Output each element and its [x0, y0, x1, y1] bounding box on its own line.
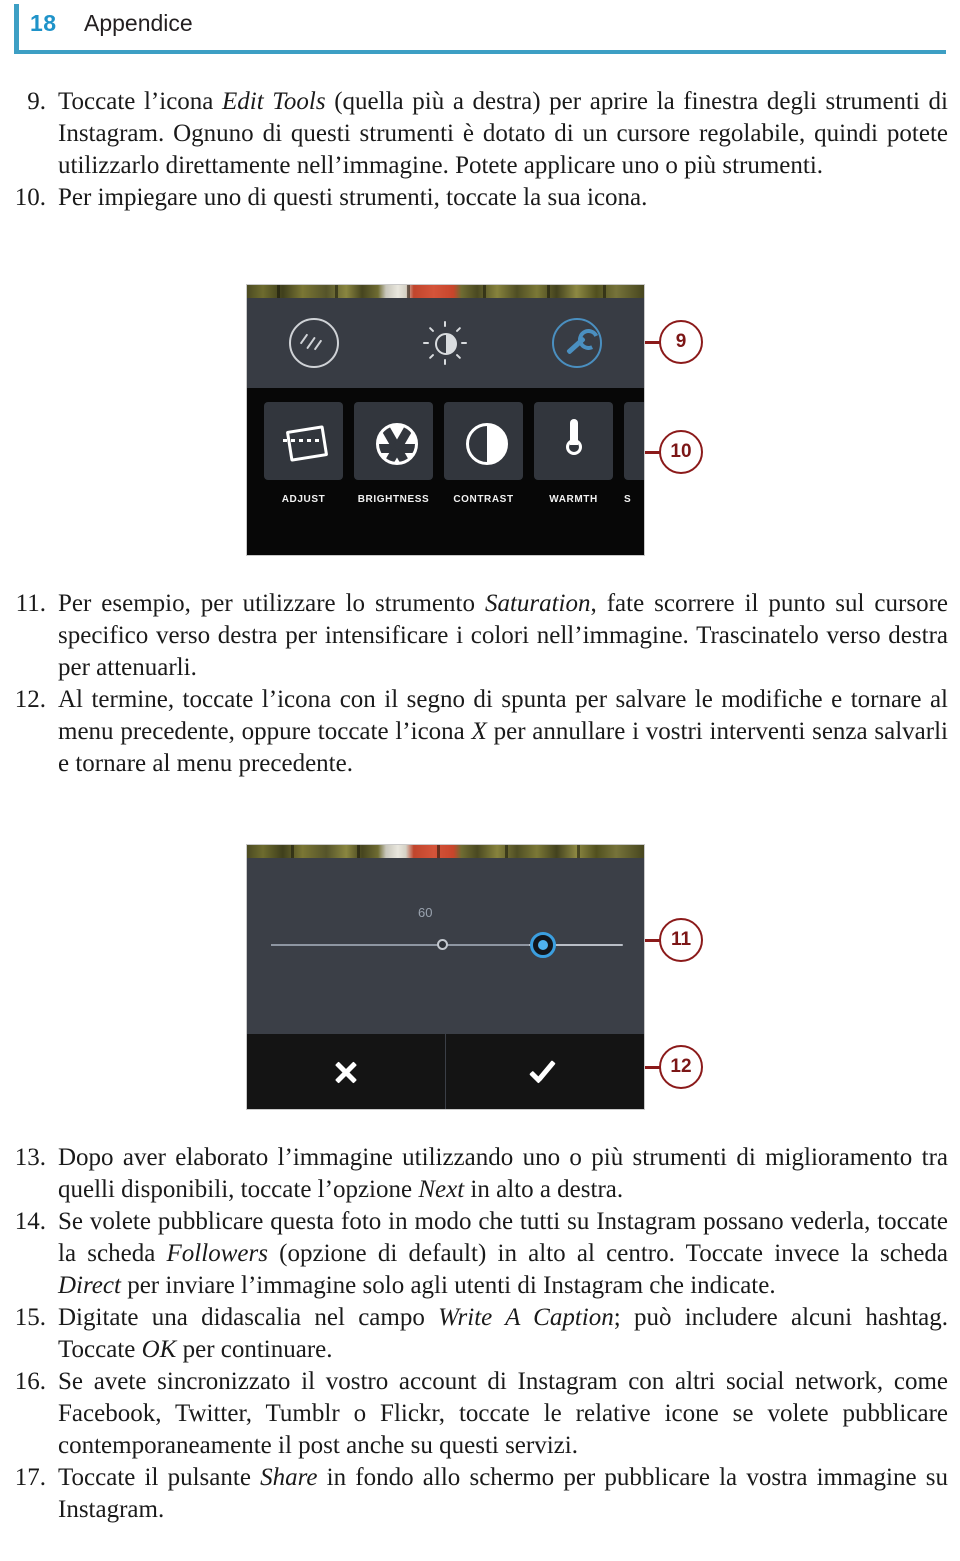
thermometer-icon	[566, 419, 582, 464]
page-number: 18	[30, 10, 57, 36]
list-item: 12. Al termine, toccate l’icona con il s…	[0, 684, 960, 780]
step-number: 9.	[27, 88, 46, 115]
step-number: 12.	[14, 686, 46, 713]
screenshot-edit-tools: ADJUST BRIGHTNESS CONTRAST WARMTH S	[246, 284, 645, 556]
slider-action-bar	[247, 1034, 644, 1109]
step-text: Toccate l’icona Edit Tools (quella più a…	[58, 88, 948, 179]
tool-label: S	[624, 494, 632, 505]
step-number: 14.	[14, 1208, 46, 1235]
tool-label: BRIGHTNESS	[357, 494, 430, 505]
step-text: Toccate il pulsante Share in fondo allo …	[58, 1464, 948, 1523]
step-text: Per impiegare uno di questi strumenti, t…	[58, 184, 648, 211]
steps-block-upper: 9. Toccate l’icona Edit Tools (quella pi…	[0, 86, 960, 214]
slider-center-marker	[437, 939, 448, 950]
step-text: Se avete sincronizzato il vostro account…	[58, 1368, 948, 1459]
step-number: 10.	[14, 184, 46, 211]
tool-adjust[interactable]: ADJUST	[264, 402, 343, 505]
slider-pane: 60	[247, 858, 644, 1034]
screenshot-saturation-slider: 60	[246, 844, 645, 1110]
check-icon	[529, 1059, 560, 1083]
contrast-icon	[466, 423, 508, 465]
step-text: Digitate una didascalia nel campo Write …	[58, 1304, 948, 1363]
header-accent-bar	[14, 4, 19, 54]
steps-block-lower: 13. Dopo aver elaborato l’immagine utili…	[0, 1142, 960, 1526]
brightness-sun-icon[interactable]	[422, 320, 468, 366]
running-head: 18 Appendice	[0, 0, 960, 58]
step-number: 17.	[14, 1464, 46, 1491]
step-text: Per esempio, per utilizzare lo strumento…	[58, 590, 948, 681]
confirm-check-button[interactable]	[445, 1034, 644, 1109]
step-text: Se volete pubblicare questa foto in modo…	[58, 1208, 949, 1299]
step-number: 13.	[14, 1144, 46, 1171]
photo-preview-strip	[247, 285, 644, 298]
cancel-x-button[interactable]	[247, 1034, 445, 1109]
slider-value-label: 60	[418, 905, 433, 920]
header-rule	[14, 50, 946, 54]
tool-brightness[interactable]: BRIGHTNESS	[354, 402, 433, 505]
list-item: 14. Se volete pubblicare questa foto in …	[0, 1206, 960, 1302]
list-item: 15. Digitate una didascalia nel campo Wr…	[0, 1302, 960, 1366]
filter-icon[interactable]	[288, 318, 339, 368]
tool-contrast[interactable]: CONTRAST	[444, 402, 523, 505]
callout-11: 11	[659, 918, 703, 962]
callout-9: 9	[659, 320, 703, 364]
list-item: 17. Toccate il pulsante Share in fondo a…	[0, 1462, 960, 1526]
close-icon	[333, 1059, 359, 1085]
callout-10: 10	[659, 430, 703, 474]
list-item: 13. Dopo aver elaborato l’immagine utili…	[0, 1142, 960, 1206]
step-text: Dopo aver elaborato l’immagine utilizzan…	[58, 1144, 948, 1203]
filter-toolbar	[247, 298, 644, 388]
step-number: 15.	[14, 1304, 46, 1331]
aperture-icon	[376, 423, 418, 465]
tool-label: ADJUST	[281, 494, 326, 505]
photo-preview-strip	[247, 845, 644, 858]
list-item: 10. Per impiegare uno di questi strument…	[0, 182, 960, 214]
step-number: 16.	[14, 1368, 46, 1395]
edit-tools-wrench-icon[interactable]	[552, 318, 603, 368]
saturation-slider-handle[interactable]	[530, 932, 556, 958]
adjust-icon	[283, 424, 329, 462]
callout-12: 12	[659, 1045, 703, 1089]
tool-saturation[interactable]: S	[624, 402, 644, 505]
list-item: 16. Se avete sincronizzato il vostro acc…	[0, 1366, 960, 1462]
list-item: 11. Per esempio, per utilizzare lo strum…	[0, 588, 960, 684]
step-number: 11.	[15, 590, 46, 617]
tool-warmth[interactable]: WARMTH	[534, 402, 613, 505]
list-item: 9. Toccate l’icona Edit Tools (quella pi…	[0, 86, 960, 182]
tool-label: WARMTH	[549, 494, 598, 505]
steps-block-middle: 11. Per esempio, per utilizzare lo strum…	[0, 588, 960, 780]
edit-tools-tray: ADJUST BRIGHTNESS CONTRAST WARMTH S	[247, 388, 644, 555]
tool-label: CONTRAST	[453, 494, 514, 505]
step-text: Al termine, toccate l’icona con il segno…	[58, 686, 948, 777]
page-title: Appendice	[84, 10, 193, 36]
